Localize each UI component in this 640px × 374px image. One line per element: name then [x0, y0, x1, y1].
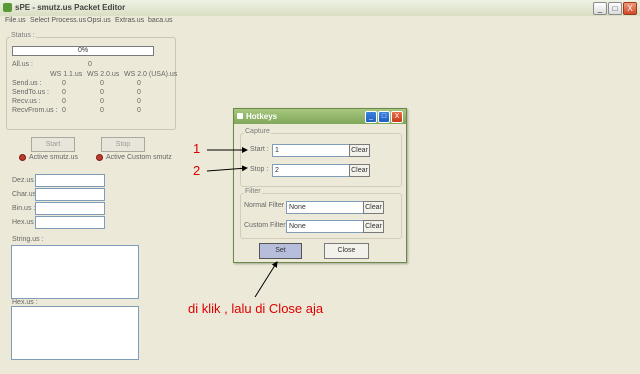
annotation-arrows	[206, 147, 278, 298]
arrow-to-set-button	[254, 261, 278, 298]
arrow-to-stop-field	[206, 165, 248, 172]
annotation-instruction: di klik , lalu di Close aja	[188, 301, 324, 316]
